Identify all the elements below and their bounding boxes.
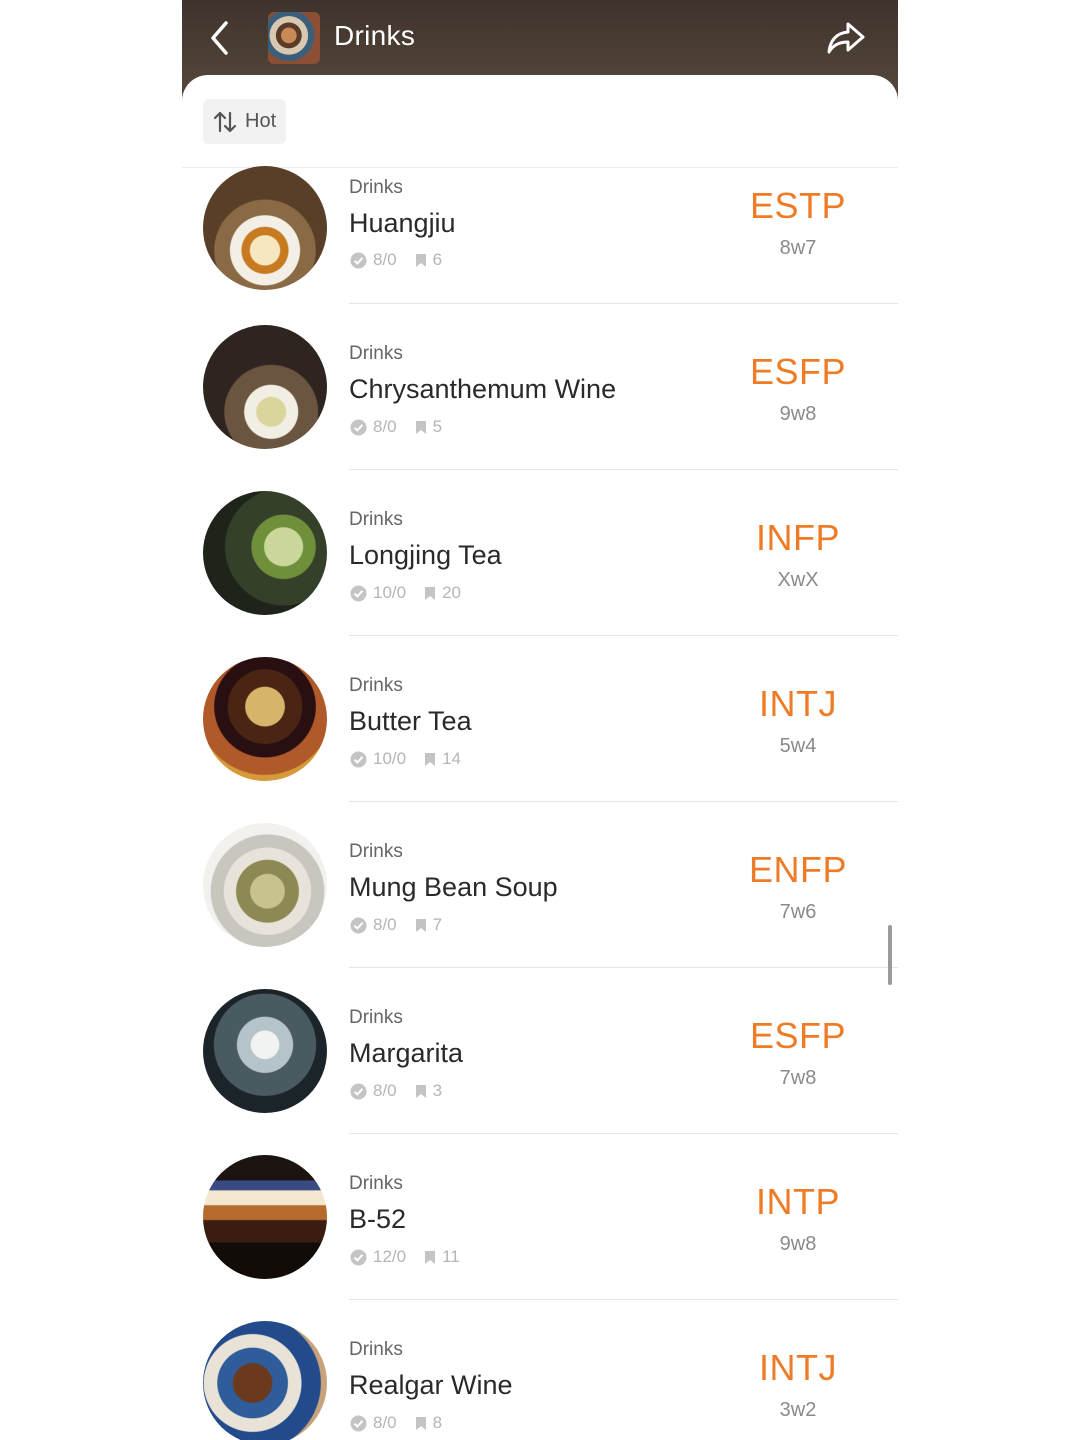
mbti-type: INTJ bbox=[759, 683, 837, 724]
item-name: Butter Tea bbox=[349, 706, 472, 736]
enneagram-wing: 5w4 bbox=[779, 735, 817, 757]
sort-label: Hot bbox=[245, 110, 277, 132]
item-stats: 8/0 5 bbox=[350, 417, 442, 437]
content-sheet: Hot Drinks Huangjiu 8/0 6 ESTP 8w7 Drink… bbox=[182, 75, 898, 1440]
bookmark-icon bbox=[415, 918, 426, 932]
enneagram-wing: 3w2 bbox=[779, 1399, 817, 1421]
bookmark-icon bbox=[425, 1250, 436, 1264]
item-thumbnail bbox=[203, 657, 327, 781]
vote-count: 12/0 bbox=[373, 1247, 407, 1266]
item-thumbnail bbox=[203, 823, 327, 947]
enneagram-wing: XwX bbox=[777, 569, 819, 591]
list-item[interactable]: Drinks Longjing Tea 10/0 20 INFP XwX bbox=[182, 470, 898, 636]
item-category: Drinks bbox=[349, 177, 403, 198]
vote-count: 10/0 bbox=[373, 583, 407, 602]
mbti-type: INTP bbox=[755, 1181, 840, 1222]
save-count: 11 bbox=[442, 1247, 460, 1266]
share-button[interactable] bbox=[824, 16, 868, 60]
item-thumbnail bbox=[203, 166, 327, 290]
back-button[interactable] bbox=[200, 18, 240, 58]
item-thumbnail bbox=[203, 491, 327, 615]
bookmark-icon bbox=[425, 586, 436, 600]
enneagram-wing: 9w8 bbox=[779, 403, 817, 425]
item-thumbnail bbox=[203, 1321, 327, 1440]
save-count: 7 bbox=[432, 915, 443, 934]
item-stats: 8/0 6 bbox=[350, 250, 442, 270]
category-avatar bbox=[268, 12, 320, 64]
bookmark-icon bbox=[415, 420, 426, 434]
mbti-type: ESFP bbox=[749, 351, 847, 392]
save-count: 6 bbox=[432, 250, 443, 269]
save-count: 5 bbox=[432, 417, 443, 436]
item-category: Drinks bbox=[349, 841, 403, 862]
check-circle-icon bbox=[350, 1249, 367, 1265]
mbti-type: INFP bbox=[755, 517, 840, 558]
item-stats: 8/0 3 bbox=[350, 1081, 442, 1101]
item-stats: 10/0 14 bbox=[350, 749, 461, 769]
vote-count: 8/0 bbox=[373, 1081, 397, 1100]
bookmark-icon bbox=[415, 1084, 426, 1098]
check-circle-icon bbox=[350, 419, 367, 435]
list-item[interactable]: Drinks B-52 12/0 11 INTP 9w8 bbox=[182, 1134, 898, 1300]
bookmark-icon bbox=[415, 253, 426, 267]
item-category: Drinks bbox=[349, 1339, 403, 1360]
enneagram-wing: 8w7 bbox=[779, 237, 817, 259]
list-item[interactable]: Drinks Margarita 8/0 3 ESFP 7w8 bbox=[182, 968, 898, 1134]
item-stats: 10/0 20 bbox=[350, 583, 461, 603]
list-item[interactable]: Drinks Mung Bean Soup 8/0 7 ENFP 7w6 bbox=[182, 802, 898, 968]
item-category: Drinks bbox=[349, 1173, 403, 1194]
vote-count: 8/0 bbox=[373, 250, 397, 269]
list-item[interactable]: Drinks Realgar Wine 8/0 8 INTJ 3w2 bbox=[182, 1300, 898, 1440]
mbti-type: ESTP bbox=[749, 185, 847, 226]
sort-button[interactable]: Hot bbox=[203, 99, 287, 144]
item-name: Longjing Tea bbox=[349, 540, 502, 570]
bookmark-icon bbox=[415, 1416, 426, 1430]
bookmark-icon bbox=[425, 752, 436, 766]
save-count: 20 bbox=[442, 583, 462, 602]
item-name: Realgar Wine bbox=[349, 1370, 513, 1400]
item-category: Drinks bbox=[349, 675, 403, 696]
mbti-type: ESFP bbox=[749, 1015, 847, 1056]
enneagram-wing: 9w8 bbox=[779, 1233, 817, 1255]
check-circle-icon bbox=[350, 252, 367, 268]
item-stats: 8/0 7 bbox=[350, 915, 442, 935]
vote-count: 10/0 bbox=[373, 749, 407, 768]
list-item[interactable]: Drinks Butter Tea 10/0 14 INTJ 5w4 bbox=[182, 636, 898, 802]
item-stats: 8/0 8 bbox=[350, 1413, 442, 1433]
save-count: 14 bbox=[442, 749, 462, 768]
check-circle-icon bbox=[350, 1415, 367, 1431]
check-circle-icon bbox=[350, 917, 367, 933]
mbti-type: ENFP bbox=[748, 849, 847, 890]
item-name: Huangjiu bbox=[349, 208, 456, 238]
vote-count: 8/0 bbox=[373, 915, 397, 934]
vote-count: 8/0 bbox=[373, 1413, 397, 1432]
item-name: B-52 bbox=[349, 1204, 407, 1234]
item-stats: 12/0 11 bbox=[350, 1247, 460, 1267]
share-arrow-icon bbox=[827, 22, 865, 54]
item-name: Margarita bbox=[349, 1038, 464, 1068]
mbti-type: INTJ bbox=[759, 1347, 837, 1388]
item-category: Drinks bbox=[349, 343, 403, 364]
vote-count: 8/0 bbox=[373, 417, 397, 436]
item-name: Chrysanthemum Wine bbox=[349, 374, 617, 404]
item-category: Drinks bbox=[349, 509, 403, 530]
enneagram-wing: 7w6 bbox=[779, 901, 817, 923]
page-title: Drinks bbox=[334, 20, 416, 51]
scrollbar[interactable] bbox=[888, 925, 892, 985]
item-thumbnail bbox=[203, 325, 327, 449]
save-count: 3 bbox=[432, 1081, 443, 1100]
chevron-left-icon bbox=[211, 21, 228, 55]
check-circle-icon bbox=[350, 1083, 367, 1099]
check-circle-icon bbox=[350, 585, 367, 601]
sort-arrows-icon bbox=[213, 111, 237, 132]
phone-screen: Drinks Hot Drinks Huangjiu 8/0 6 ESTP 8w… bbox=[182, 0, 898, 1440]
item-category: Drinks bbox=[349, 1007, 403, 1028]
check-circle-icon bbox=[350, 751, 367, 767]
enneagram-wing: 7w8 bbox=[779, 1067, 817, 1089]
item-thumbnail bbox=[203, 989, 327, 1113]
list-item[interactable]: Drinks Chrysanthemum Wine 8/0 5 ESFP 9w8 bbox=[182, 304, 898, 470]
item-name: Mung Bean Soup bbox=[349, 872, 558, 902]
save-count: 8 bbox=[432, 1413, 443, 1432]
item-thumbnail bbox=[203, 1155, 327, 1279]
